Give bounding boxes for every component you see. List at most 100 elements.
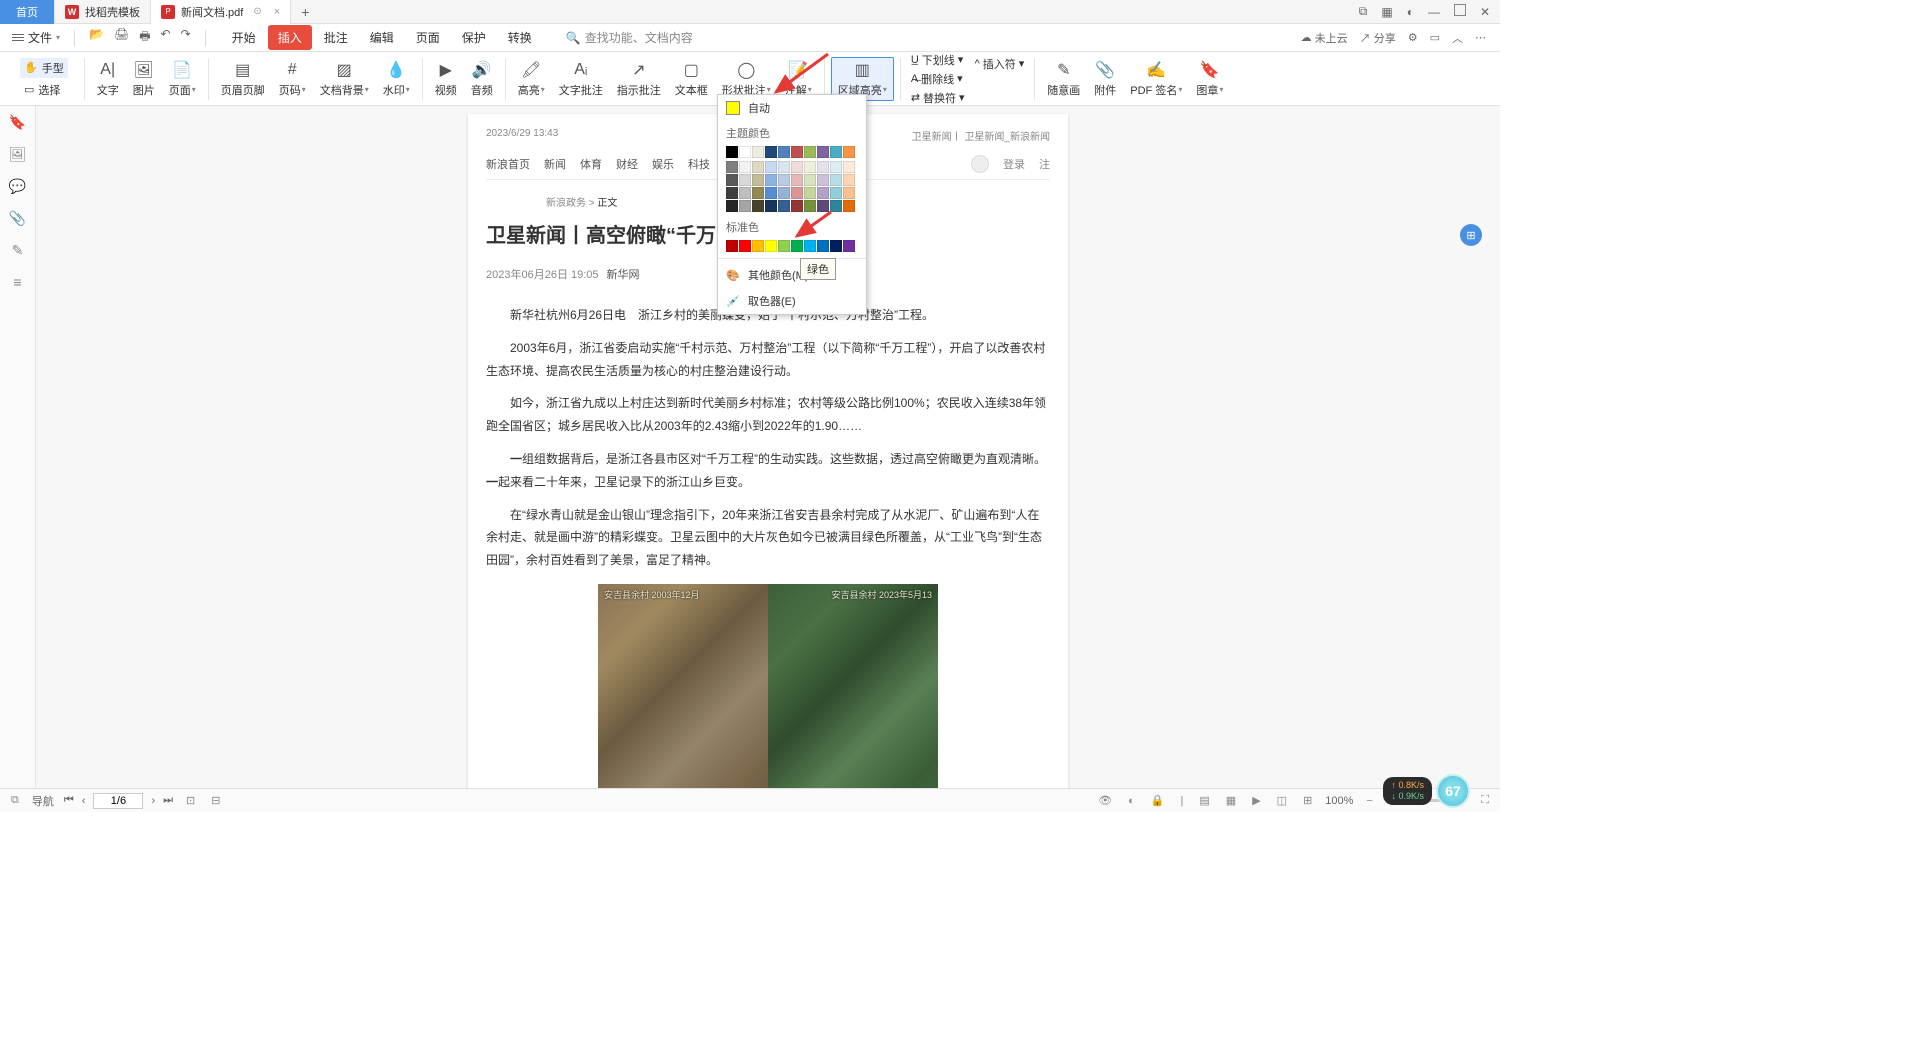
insert-page[interactable]: 📄页面▾ <box>163 58 202 100</box>
text-annotation[interactable]: Aᵢ文字批注 <box>553 58 609 100</box>
color-swatch[interactable] <box>778 146 790 158</box>
fullscreen-icon[interactable]: ⛶ <box>1478 794 1492 807</box>
color-swatch[interactable] <box>804 161 816 173</box>
color-swatch[interactable] <box>778 187 790 199</box>
tab-home[interactable]: 首页 <box>0 0 55 24</box>
print-icon[interactable]: 🖶 <box>139 27 150 48</box>
next-page-icon[interactable]: › <box>151 795 155 807</box>
underline[interactable]: U̲下划线▾ <box>907 51 969 69</box>
eyedropper[interactable]: 💉取色器(E) <box>718 288 866 314</box>
color-swatch[interactable] <box>804 146 816 158</box>
signature-panel-icon[interactable]: ✎ <box>10 242 26 258</box>
color-swatch[interactable] <box>791 187 803 199</box>
attachment-panel-icon[interactable]: 📎 <box>10 210 26 226</box>
pointer-annotation[interactable]: ↗指示批注 <box>611 58 667 100</box>
view-1[interactable]: ▤ <box>1196 794 1212 807</box>
color-swatch[interactable] <box>778 161 790 173</box>
color-swatch[interactable] <box>791 146 803 158</box>
tab-protect[interactable]: 保护 <box>452 25 496 50</box>
view-5[interactable]: ⊞ <box>1300 794 1315 807</box>
color-swatch[interactable] <box>817 240 829 252</box>
highlight[interactable]: 🖍高亮▾ <box>512 58 551 100</box>
view-3[interactable]: ▶ <box>1249 794 1263 807</box>
share-button[interactable]: ↗ 分享 <box>1360 30 1396 46</box>
cloud-status[interactable]: ☁ 未上云 <box>1301 30 1348 46</box>
color-swatch[interactable] <box>791 240 803 252</box>
color-swatch[interactable] <box>778 200 790 212</box>
color-auto[interactable]: 自动 <box>718 95 866 121</box>
color-swatch[interactable] <box>843 200 855 212</box>
fit-icon[interactable]: ⊡ <box>183 794 198 807</box>
color-swatch[interactable] <box>765 146 777 158</box>
layout-icon[interactable]: ⧉ <box>1359 4 1368 19</box>
color-swatch[interactable] <box>752 200 764 212</box>
color-swatch[interactable] <box>739 187 751 199</box>
color-swatch[interactable] <box>843 161 855 173</box>
maximize-button[interactable] <box>1454 4 1466 19</box>
floating-action-button[interactable]: ⊞ <box>1460 224 1482 246</box>
tab-start[interactable]: 开始 <box>222 25 266 50</box>
color-swatch[interactable] <box>726 174 738 186</box>
collapse-ribbon-icon[interactable]: ︿ <box>1452 30 1463 46</box>
color-swatch[interactable] <box>726 187 738 199</box>
night-icon[interactable]: ◐ <box>1125 795 1138 807</box>
color-swatch[interactable] <box>817 161 829 173</box>
view-4[interactable]: ◫ <box>1274 794 1290 807</box>
close-tab-icon[interactable]: × <box>274 6 280 18</box>
bookmark-icon[interactable]: 🔖 <box>10 114 26 130</box>
color-swatch[interactable] <box>765 240 777 252</box>
color-swatch[interactable] <box>765 161 777 173</box>
free-draw[interactable]: ✎随意画 <box>1041 58 1086 100</box>
last-page-icon[interactable]: ⏭ <box>163 794 173 807</box>
tab-annotate[interactable]: 批注 <box>314 25 358 50</box>
pin-icon[interactable]: ⊙ <box>253 6 261 17</box>
open-icon[interactable]: 📂 <box>89 27 104 48</box>
color-swatch[interactable] <box>726 200 738 212</box>
select-mode[interactable]: ▭ 选择 <box>20 80 64 100</box>
color-swatch[interactable] <box>739 200 751 212</box>
doc-background[interactable]: ▨文档背景▾ <box>314 58 375 100</box>
color-swatch[interactable] <box>791 161 803 173</box>
prev-page-icon[interactable]: ‹ <box>82 795 86 807</box>
thumbnail-icon[interactable]: 🖼 <box>10 146 26 162</box>
tab-convert[interactable]: 转换 <box>498 25 542 50</box>
zoom-level[interactable]: 100% <box>1325 795 1353 807</box>
insert-image[interactable]: 🖼图片 <box>127 58 161 100</box>
color-swatch[interactable] <box>804 240 816 252</box>
file-menu[interactable]: 文件 ▾ <box>6 29 66 46</box>
color-swatch[interactable] <box>739 240 751 252</box>
color-swatch[interactable] <box>843 146 855 158</box>
color-swatch[interactable] <box>726 146 738 158</box>
more-colors[interactable]: 🎨其他颜色(M)... <box>718 262 866 288</box>
skin-icon[interactable]: ◐ <box>1407 5 1414 19</box>
color-swatch[interactable] <box>843 187 855 199</box>
color-swatch[interactable] <box>752 161 764 173</box>
fit-width-icon[interactable]: ⊟ <box>208 794 223 807</box>
page-input[interactable] <box>93 793 143 809</box>
color-swatch[interactable] <box>752 146 764 158</box>
close-window-button[interactable]: ✕ <box>1480 5 1490 19</box>
color-swatch[interactable] <box>830 240 842 252</box>
color-swatch[interactable] <box>726 240 738 252</box>
accelerator-badge[interactable]: 67 <box>1436 774 1470 808</box>
page-number[interactable]: #页码▾ <box>273 58 312 100</box>
color-swatch[interactable] <box>804 174 816 186</box>
color-swatch[interactable] <box>765 187 777 199</box>
sidebar-toggle-icon[interactable]: ⧉ <box>8 794 22 807</box>
nav-label[interactable]: 导航 <box>32 793 54 809</box>
lock-icon[interactable]: 🔒 <box>1148 794 1168 807</box>
first-page-icon[interactable]: ⏮ <box>64 794 74 807</box>
color-swatch[interactable] <box>765 200 777 212</box>
color-swatch[interactable] <box>752 174 764 186</box>
undo-icon[interactable]: ↶ <box>161 27 171 48</box>
header-footer[interactable]: ▤页眉页脚 <box>215 58 271 100</box>
add-tab-button[interactable]: + <box>291 4 319 20</box>
grid-icon[interactable]: ▦ <box>1381 5 1392 19</box>
color-swatch[interactable] <box>752 187 764 199</box>
layers-icon[interactable]: ≡ <box>10 274 26 290</box>
color-swatch[interactable] <box>739 174 751 186</box>
tab-document[interactable]: P 新闻文档.pdf ⊙ × <box>151 0 291 24</box>
color-swatch[interactable] <box>726 161 738 173</box>
color-swatch[interactable] <box>778 240 790 252</box>
text-box[interactable]: ▢文本框 <box>669 58 714 100</box>
